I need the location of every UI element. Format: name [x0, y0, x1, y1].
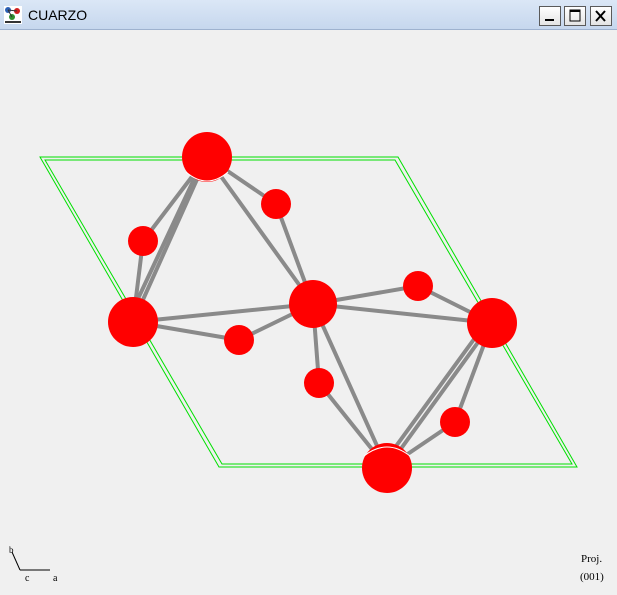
minimize-icon: [545, 19, 554, 21]
silicon-atom: [289, 280, 337, 328]
silicon-atom: [362, 443, 412, 493]
close-button[interactable]: [590, 6, 612, 26]
oxygen-atom: [224, 325, 254, 355]
oxygen-atom: [304, 368, 334, 398]
projection-label: Proj.: [581, 553, 603, 565]
silicon-atom: [467, 298, 517, 348]
bond: [311, 302, 494, 325]
maximize-icon: [569, 9, 581, 22]
projection-value: (001): [580, 571, 604, 583]
silicon-atom: [108, 297, 158, 347]
axis-label-c: c: [25, 573, 30, 584]
maximize-button[interactable]: [564, 6, 586, 26]
oxygen-atom: [128, 226, 158, 256]
axes-indicator: [11, 551, 50, 571]
window-title: CUARZO: [28, 7, 88, 23]
close-icon: [595, 10, 606, 22]
molecule-app-icon: [4, 6, 22, 24]
bond: [385, 321, 494, 470]
oxygen-atom: [403, 271, 433, 301]
oxygen-atom: [261, 189, 291, 219]
axis-label-a: a: [53, 573, 58, 584]
bond: [381, 318, 490, 466]
window-titlebar[interactable]: CUARZO: [0, 0, 617, 30]
oxygen-atom: [440, 407, 470, 437]
crystal-structure-canvas[interactable]: [0, 30, 617, 595]
atoms: [108, 132, 517, 493]
axis-label-b: b: [9, 545, 14, 555]
bond: [205, 155, 315, 306]
minimize-button[interactable]: [539, 6, 561, 26]
